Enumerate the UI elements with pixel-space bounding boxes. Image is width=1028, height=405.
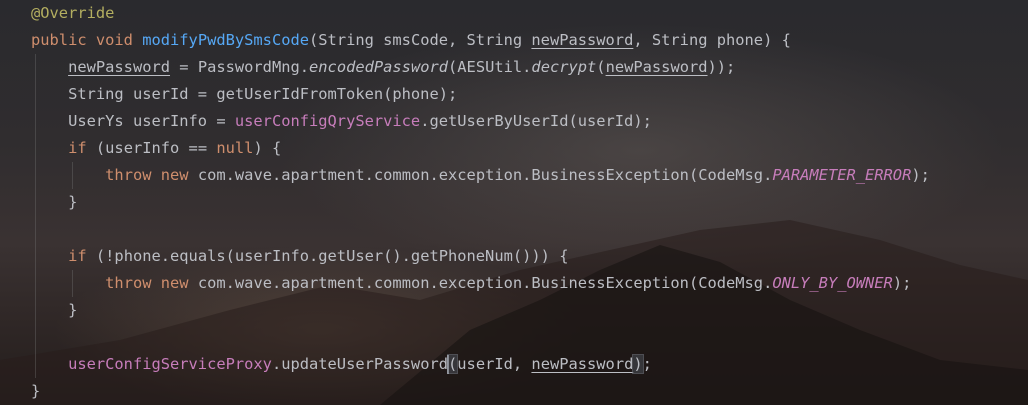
- code-token: ): [632, 354, 644, 374]
- code-token: = PasswordMng.: [170, 58, 310, 76]
- code-token: String userId = getUserIdFromToken(phone…: [68, 85, 458, 103]
- code-line[interactable]: UserYs userInfo = userConfigQryService.g…: [0, 108, 1028, 135]
- code-line[interactable]: [0, 216, 1028, 243]
- code-token: newPassword: [531, 355, 634, 373]
- code-editor[interactable]: @Override public void modifyPwdBySmsCode(…: [0, 0, 1028, 405]
- code-token: if: [68, 139, 96, 157]
- code-token: void: [95, 31, 143, 49]
- code-text: throw new com.wave.apartment.common.exce…: [105, 162, 930, 189]
- code-token: if: [68, 247, 96, 265]
- code-token: , String phone) {: [633, 31, 791, 49]
- indent-guide: [35, 162, 36, 189]
- indent-guide: [35, 189, 36, 216]
- code-token: userConfigServiceProxy: [68, 355, 272, 373]
- code-line[interactable]: [0, 324, 1028, 351]
- code-token: newPassword: [68, 58, 171, 76]
- code-line[interactable]: newPassword = PasswordMng.encodedPasswor…: [0, 54, 1028, 81]
- code-token: (: [596, 58, 606, 76]
- code-token: PARAMETER_ERROR: [772, 166, 912, 184]
- indent-guide: [35, 297, 36, 324]
- code-token: .getUserByUserId(userId);: [420, 112, 652, 130]
- indent-guide: [35, 54, 36, 81]
- code-token: @Override: [31, 4, 115, 22]
- code-line[interactable]: throw new com.wave.apartment.common.exce…: [0, 270, 1028, 297]
- code-token: null: [216, 139, 254, 157]
- code-text: if (userInfo == null) {: [68, 135, 281, 162]
- code-token: com.wave.apartment.common.exception.Busi…: [197, 274, 773, 292]
- code-token: ;: [642, 355, 652, 373]
- code-token: ) {: [253, 139, 282, 157]
- code-token: (: [446, 354, 459, 374]
- code-token: new: [160, 166, 198, 184]
- code-text: public void modifyPwdBySmsCode(String sm…: [31, 27, 791, 54]
- code-token: newPassword: [531, 31, 634, 49]
- code-token: (AESUtil.: [448, 58, 532, 76]
- code-token: decrypt: [531, 58, 597, 76]
- code-token: new: [160, 274, 198, 292]
- code-token: userConfigQryService: [234, 112, 421, 130]
- code-token: );: [892, 274, 912, 292]
- code-token: encodedPassword: [309, 58, 449, 76]
- code-line[interactable]: if (!phone.equals(userInfo.getUser().get…: [0, 243, 1028, 270]
- code-text: throw new com.wave.apartment.common.exce…: [105, 270, 911, 297]
- code-text: UserYs userInfo = userConfigQryService.g…: [68, 108, 652, 135]
- code-line[interactable]: }: [0, 378, 1028, 405]
- indent-guide: [72, 270, 74, 297]
- code-text: }: [68, 189, 77, 216]
- code-token: ONLY_BY_OWNER: [772, 274, 893, 292]
- code-token: ));: [707, 58, 736, 76]
- code-text: if (!phone.equals(userInfo.getUser().get…: [68, 243, 568, 270]
- code-token: );: [911, 166, 930, 184]
- code-token: }: [68, 301, 78, 319]
- code-line[interactable]: throw new com.wave.apartment.common.exce…: [0, 162, 1028, 189]
- code-token: (String smsCode, String: [309, 31, 532, 49]
- code-token: throw: [105, 274, 161, 292]
- indent-guide: [35, 324, 36, 351]
- code-token: }: [31, 382, 41, 400]
- code-line[interactable]: userConfigServiceProxy.updateUserPasswor…: [0, 351, 1028, 378]
- indent-guide: [35, 270, 36, 297]
- indent-guide: [35, 135, 36, 162]
- indent-guide: [35, 351, 36, 378]
- code-token: (userInfo ==: [95, 139, 217, 157]
- code-content[interactable]: @Override public void modifyPwdBySmsCode(…: [0, 0, 1028, 405]
- code-line[interactable]: }: [0, 297, 1028, 324]
- code-text: @Override: [31, 0, 114, 27]
- code-line[interactable]: if (userInfo == null) {: [0, 135, 1028, 162]
- code-token: }: [68, 193, 78, 211]
- code-text: }: [31, 378, 40, 405]
- code-token: throw: [105, 166, 161, 184]
- code-token: modifyPwdBySmsCode: [142, 31, 310, 49]
- code-line[interactable]: }: [0, 189, 1028, 216]
- indent-guide: [72, 162, 74, 189]
- code-text: String userId = getUserIdFromToken(phone…: [68, 81, 457, 108]
- code-line[interactable]: public void modifyPwdBySmsCode(String sm…: [0, 27, 1028, 54]
- indent-guide: [35, 243, 36, 270]
- code-line[interactable]: String userId = getUserIdFromToken(phone…: [0, 81, 1028, 108]
- code-token: userId,: [457, 355, 532, 373]
- code-token: UserYs userInfo =: [68, 112, 235, 130]
- code-text: newPassword = PasswordMng.encodedPasswor…: [68, 54, 735, 81]
- indent-guide: [35, 216, 36, 243]
- code-token: newPassword: [605, 58, 708, 76]
- code-token: public: [31, 31, 96, 49]
- code-token: (!phone.equals(userInfo.getUser().getPho…: [95, 247, 569, 265]
- indent-guide: [35, 108, 36, 135]
- code-token: com.wave.apartment.common.exception.Busi…: [197, 166, 773, 184]
- code-text: }: [68, 297, 77, 324]
- code-line[interactable]: @Override: [0, 0, 1028, 27]
- indent-guide: [35, 81, 36, 108]
- code-text: userConfigServiceProxy.updateUserPasswor…: [68, 351, 652, 378]
- code-token: .updateUserPassword: [271, 355, 448, 373]
